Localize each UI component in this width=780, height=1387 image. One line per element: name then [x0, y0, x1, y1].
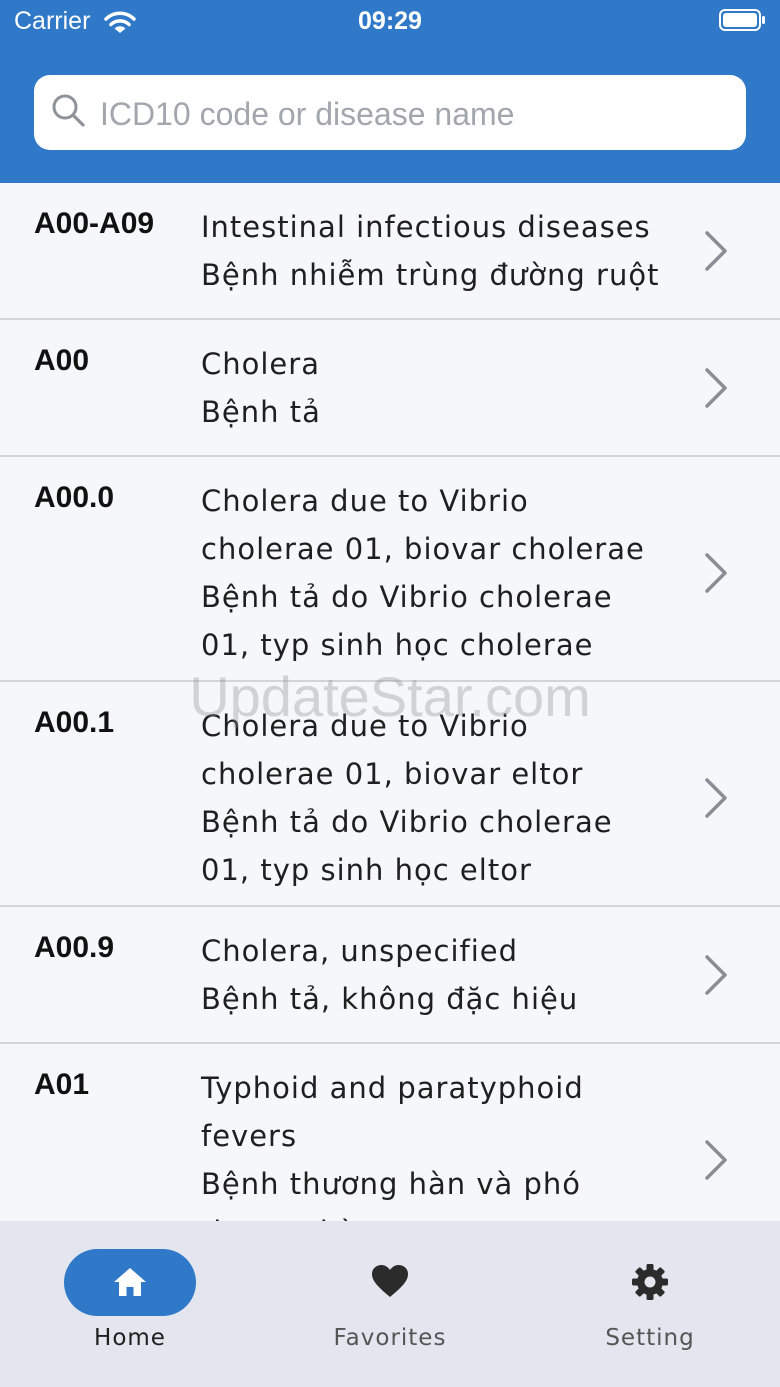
disease-name: Cholera due to Vibrio cholerae 01, biovar…	[201, 477, 691, 669]
disease-name-vietnamese: thương hàn	[201, 1208, 691, 1221]
disease-name-english: cholerae 01, biovar cholerae	[201, 532, 645, 566]
icd-code: A00.1	[34, 706, 115, 739]
chevron-right-icon	[705, 955, 727, 995]
list-item[interactable]: A00 Cholera Bệnh tả	[0, 320, 780, 457]
disease-name-english: Cholera due to Vibrio	[201, 484, 529, 518]
disease-name-vietnamese: Bệnh tả do Vibrio cholerae	[201, 580, 613, 614]
status-bar: Carrier 09:29	[0, 0, 780, 44]
list-item[interactable]: A00.9 Cholera, unspecified Bệnh tả, không …	[0, 907, 780, 1044]
disease-name-english: fevers	[201, 1119, 298, 1153]
chevron-right-icon	[705, 1140, 727, 1180]
gear-icon	[632, 1264, 668, 1300]
disease-name-english: Cholera due to Vibrio	[201, 709, 529, 743]
disease-name-english: Cholera, unspecified	[201, 934, 519, 968]
tab-home-label: Home	[94, 1325, 166, 1351]
icd-code: A00-A09	[34, 207, 155, 240]
search-input[interactable]	[98, 87, 732, 141]
chevron-right-icon	[705, 553, 727, 593]
chevron-right-icon	[705, 231, 727, 271]
heart-icon	[372, 1265, 408, 1297]
disease-name-vietnamese: 01, typ sinh học eltor	[201, 853, 532, 887]
battery-icon	[719, 9, 765, 31]
list-item[interactable]: A01 Typhoid and paratyphoid fevers Bệnh thư…	[0, 1044, 780, 1221]
icd-code: A00.9	[34, 931, 115, 964]
list-item[interactable]: A00-A09 Intestinal infectious diseases Bện…	[0, 183, 780, 320]
icd-code: A01	[34, 1068, 90, 1101]
tab-home[interactable]: Home	[0, 1221, 260, 1387]
chevron-right-icon	[705, 368, 727, 408]
home-icon	[114, 1268, 146, 1296]
chevron-right-icon	[705, 778, 727, 818]
icd-code: A00	[34, 344, 90, 377]
disease-name-vietnamese: 01, typ sinh học cholerae	[201, 628, 594, 662]
tab-bar: Home Favorites Setting	[0, 1221, 780, 1387]
disease-name-english: cholerae 01, biovar eltor	[201, 757, 584, 791]
icd-code: A00.0	[34, 481, 115, 514]
disease-name: Cholera due to Vibrio cholerae 01, biovar…	[201, 702, 691, 894]
tab-favorites-label: Favorites	[333, 1325, 447, 1351]
search-bar[interactable]	[34, 75, 746, 150]
disease-name-vietnamese: Bệnh tả	[201, 395, 321, 429]
tab-setting[interactable]: Setting	[520, 1221, 780, 1387]
disease-name-english: Cholera	[201, 347, 320, 381]
disease-name-vietnamese: Bệnh nhiễm trùng đường ruột	[201, 258, 660, 292]
disease-name: Intestinal infectious diseases Bệnh nhiễm…	[201, 203, 691, 299]
search-icon	[52, 94, 85, 127]
status-time: 09:29	[358, 7, 422, 35]
disease-name-english: Typhoid and paratyphoid	[201, 1071, 584, 1105]
tab-favorites[interactable]: Favorites	[260, 1221, 520, 1387]
disease-name-vietnamese: Bệnh tả, không đặc hiệu	[201, 982, 579, 1016]
list-item[interactable]: A00.0 Cholera due to Vibrio cholerae 01, b…	[0, 457, 780, 682]
list-item[interactable]: A00.1 Cholera due to Vibrio cholerae 01, b…	[0, 682, 780, 907]
app-header: Carrier 09:29	[0, 0, 780, 183]
disease-name: Typhoid and paratyphoid fevers Bệnh thương…	[201, 1064, 691, 1221]
disease-name: Cholera Bệnh tả	[201, 340, 691, 436]
disease-name-english: Intestinal infectious diseases	[201, 210, 651, 244]
disease-name: Cholera, unspecified Bệnh tả, không đặc h…	[201, 927, 691, 1023]
tab-setting-label: Setting	[605, 1325, 695, 1351]
disease-name-vietnamese: Bệnh thương hàn và phó	[201, 1167, 582, 1201]
disease-name-vietnamese: Bệnh tả do Vibrio cholerae	[201, 805, 613, 839]
icd10-list[interactable]: A00-A09 Intestinal infectious diseases Bện…	[0, 183, 780, 1221]
